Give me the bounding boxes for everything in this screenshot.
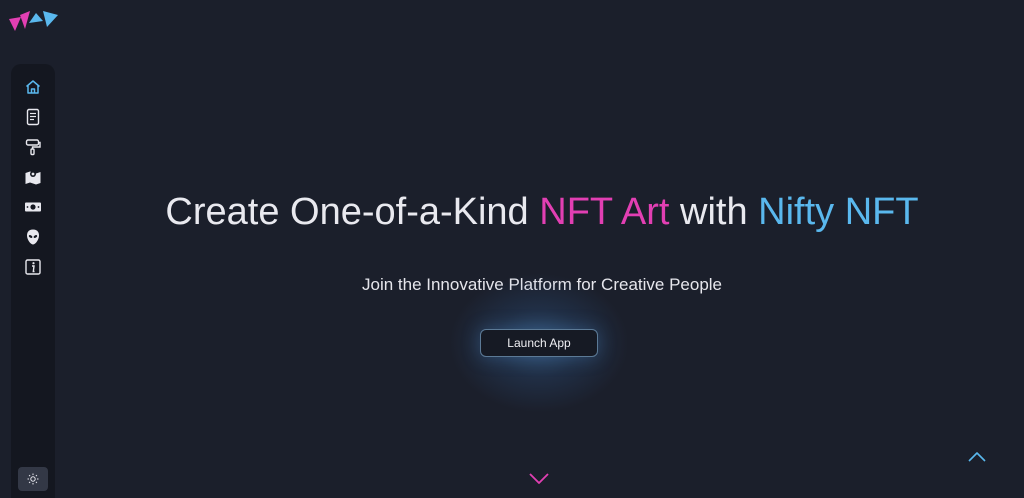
sidebar-item-paint[interactable] [11, 132, 55, 162]
paint-roller-icon [25, 139, 41, 156]
sidebar-item-map[interactable] [11, 162, 55, 192]
triangles-logo-icon[interactable] [9, 9, 59, 33]
hero-title-highlight-nifty-nft: Nifty NFT [758, 191, 919, 233]
hero-title-part2: with [669, 191, 759, 233]
hero-title-part1: Create One-of-a-Kind [165, 191, 540, 233]
document-icon [26, 108, 40, 126]
sidebar-item-money[interactable] [11, 192, 55, 222]
alien-icon [27, 229, 39, 245]
hero-subtitle: Join the Innovative Platform for Creativ… [361, 275, 723, 294]
sidebar-item-document[interactable] [11, 102, 55, 132]
theme-toggle-button[interactable] [18, 467, 48, 491]
sun-icon [27, 473, 39, 485]
money-bill-icon [25, 202, 41, 212]
chevron-down-icon[interactable] [528, 472, 550, 486]
sidebar [11, 64, 55, 498]
launch-app-button[interactable]: Launch App [480, 329, 598, 357]
map-icon [25, 171, 41, 185]
sidebar-item-alien[interactable] [11, 222, 55, 252]
hero-title-highlight-nft-art: NFT Art [539, 191, 670, 233]
hero-title: Create One-of-a-Kind NFT Art with Nifty … [60, 188, 1024, 236]
chevron-up-icon[interactable] [967, 451, 987, 463]
info-icon [25, 259, 41, 275]
page: Create One-of-a-Kind NFT Art with Nifty … [0, 0, 1024, 498]
home-icon [26, 80, 40, 94]
sidebar-item-info[interactable] [11, 252, 55, 282]
sidebar-nav [11, 72, 55, 282]
sidebar-item-home[interactable] [11, 72, 55, 102]
